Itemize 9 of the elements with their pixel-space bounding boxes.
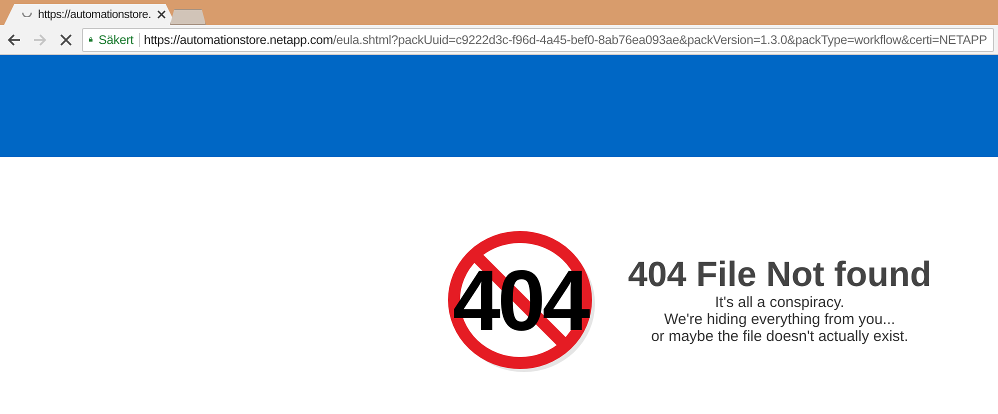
url-host: https://automationstore.netapp.com [144,32,333,46]
close-icon[interactable] [157,10,166,19]
error-message-line: We're hiding everything from you... [664,310,896,328]
error-message-line: or maybe the file doesn't actually exist. [651,328,908,344]
error-heading: 404 File Not found [628,256,932,294]
error-message-line: It's all a conspiracy. [715,294,844,310]
security-label: Säkert [98,32,134,46]
url-path: /eula.shtml?packUuid=c9222d3c-f96d-4a45-bef0-8ab76ea093ae&packVersion=1.3.0&packType=workflow&certi=NETAPP [333,32,987,46]
address-bar[interactable]: Säkert https://automationstore.netapp.com/eula.shtml?packUuid=c9222d3c-f96d-4a45-bef0-8ab76ea093ae&packVersion=1.3.0&packType=workflow&certi=NETAPP [82,28,994,52]
